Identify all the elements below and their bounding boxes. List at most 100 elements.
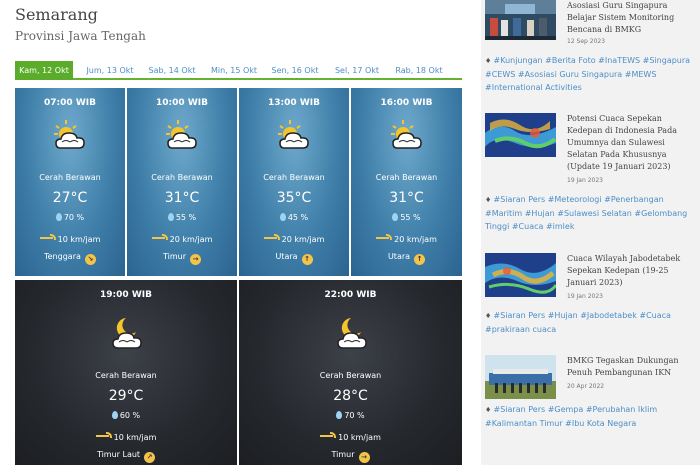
wind-direction-label: Timur bbox=[162, 252, 186, 261]
forecast-time: 16:00 WIB bbox=[380, 98, 433, 108]
tab-date[interactable]: Kam, 12 Okt bbox=[15, 61, 73, 80]
news-thumbnail[interactable] bbox=[485, 253, 556, 297]
moon-cloud-icon bbox=[106, 314, 146, 354]
wind-speed: 20 km/jam bbox=[394, 235, 437, 244]
news-thumbnail[interactable] bbox=[485, 0, 556, 40]
wind-icon bbox=[39, 234, 56, 242]
forecast-temperature: 28°C bbox=[333, 388, 368, 404]
news-thumbnail[interactable] bbox=[485, 355, 556, 399]
forecast-wind: 10 km/jam bbox=[15, 432, 237, 442]
sun-cloud-icon bbox=[50, 116, 90, 156]
tab-date[interactable]: Min, 15 Okt bbox=[205, 61, 263, 80]
compass-icon: ↘ bbox=[84, 254, 96, 265]
humidity-value: 45 % bbox=[287, 213, 309, 222]
news-title[interactable]: Asosiasi Guru Singapura Belajar Sistem M… bbox=[567, 0, 697, 36]
wind-speed: 20 km/jam bbox=[169, 235, 213, 244]
forecast-humidity: 70 % bbox=[239, 411, 462, 420]
forecast-card: 07:00 WIB Cerah Berawan 27°C 70 % 10 km/jam T… bbox=[15, 88, 125, 276]
forecast-wind: 20 km/jam bbox=[127, 234, 237, 244]
forecast-humidity: 60 % bbox=[15, 411, 237, 420]
wind-icon bbox=[320, 432, 337, 440]
humidity-value: 60 % bbox=[119, 411, 141, 420]
humidity-drop-icon bbox=[279, 213, 286, 221]
news-title[interactable]: Potensi Cuaca Sepekan Kedepan di Indones… bbox=[567, 113, 697, 173]
news-tag-list[interactable]: #Kunjungan #Berita Foto #InaTEWS #Singap… bbox=[485, 56, 690, 92]
compass-icon: ↑ bbox=[414, 254, 426, 265]
news-tags: ♦ #Siaran Pers #Gempa #Perubahan Iklim #… bbox=[485, 403, 695, 430]
forecast-time: 07:00 WIB bbox=[44, 98, 96, 108]
forecast-condition: Cerah Berawan bbox=[375, 173, 438, 182]
forecast-condition: Cerah Berawan bbox=[39, 173, 101, 182]
forecast-card: 10:00 WIB Cerah Berawan 31°C 55 % 20 km/jam T… bbox=[127, 88, 237, 276]
tab-date[interactable]: Sen, 16 Okt bbox=[266, 61, 324, 80]
humidity-drop-icon bbox=[336, 411, 343, 419]
news-date: 19 Jan 2023 bbox=[567, 177, 603, 184]
compass-icon: ↑ bbox=[301, 254, 313, 265]
humidity-value: 55 % bbox=[175, 213, 197, 222]
forecast-temperature: 35°C bbox=[276, 190, 312, 206]
wind-direction-label: Tenggara bbox=[44, 252, 81, 261]
forecast-humidity: 70 % bbox=[15, 213, 125, 222]
forecast-card: 13:00 WIB Cerah Berawan 35°C 45 % 20 km/jam U… bbox=[239, 88, 349, 276]
humidity-value: 70 % bbox=[63, 213, 85, 222]
forecast-wind-direction: Tenggara ↘ bbox=[15, 252, 125, 265]
news-tags: ♦ #Siaran Pers #Meteorologi #Penerbangan… bbox=[485, 193, 695, 233]
news-tag-list[interactable]: #Siaran Pers #Hujan #Jabodetabek #Cuaca … bbox=[485, 311, 671, 334]
news-date: 19 Jan 2023 bbox=[567, 293, 603, 300]
humidity-drop-icon bbox=[111, 411, 118, 419]
wind-direction-label: Timur Laut bbox=[96, 450, 141, 459]
forecast-wind: 10 km/jam bbox=[239, 432, 462, 442]
humidity-drop-icon bbox=[55, 213, 62, 221]
news-tags: ♦ #Kunjungan #Berita Foto #InaTEWS #Sing… bbox=[485, 54, 695, 94]
news-tag-list[interactable]: #Siaran Pers #Meteorologi #Penerbangan #… bbox=[485, 195, 687, 231]
wind-direction-label: Timur bbox=[331, 450, 355, 459]
news-thumbnail[interactable] bbox=[485, 113, 556, 157]
tag-icon: ♦ bbox=[485, 406, 494, 414]
forecast-panel: Semarang Provinsi Jawa Tengah Kam, 12 Ok… bbox=[15, 0, 462, 465]
tag-icon: ♦ bbox=[485, 312, 494, 320]
humidity-drop-icon bbox=[167, 213, 174, 221]
forecast-wind: 10 km/jam bbox=[15, 234, 125, 244]
forecast-condition: Cerah Berawan bbox=[151, 173, 213, 182]
tab-date[interactable]: Sab, 14 Okt bbox=[143, 61, 201, 80]
news-date: 20 Apr 2022 bbox=[567, 383, 605, 390]
forecast-humidity: 55 % bbox=[351, 213, 462, 222]
wind-speed: 10 km/jam bbox=[113, 433, 157, 442]
news-tag-list[interactable]: #Siaran Pers #Gempa #Perubahan Iklim #Ka… bbox=[485, 405, 657, 428]
news-title[interactable]: BMKG Tegaskan Dukungan Penuh Pembangunan… bbox=[567, 355, 697, 379]
wind-icon bbox=[151, 234, 168, 242]
forecast-grid: 07:00 WIB Cerah Berawan 27°C 70 % 10 km/jam T… bbox=[15, 88, 462, 465]
humidity-value: 55 % bbox=[400, 213, 421, 222]
tab-date[interactable]: Jum, 13 Okt bbox=[81, 61, 139, 80]
news-date: 12 Sep 2023 bbox=[567, 38, 606, 45]
wind-speed: 20 km/jam bbox=[281, 235, 325, 244]
compass-icon: → bbox=[358, 452, 370, 463]
tab-date[interactable]: Sel, 17 Okt bbox=[328, 61, 386, 80]
news-sidebar: Asosiasi Guru Singapura Belajar Sistem M… bbox=[481, 0, 700, 465]
forecast-time: 13:00 WIB bbox=[268, 98, 320, 108]
wind-speed: 10 km/jam bbox=[338, 433, 381, 442]
forecast-wind: 20 km/jam bbox=[351, 234, 462, 244]
forecast-humidity: 55 % bbox=[127, 213, 237, 222]
forecast-card: 16:00 WIB Cerah Berawan 31°C 55 % 20 km/jam U… bbox=[351, 88, 462, 276]
news-tags: ♦ #Siaran Pers #Hujan #Jabodetabek #Cuac… bbox=[485, 309, 695, 336]
sun-cloud-icon bbox=[162, 116, 202, 156]
tab-date[interactable]: Rab, 18 Okt bbox=[390, 61, 448, 80]
forecast-wind: 20 km/jam bbox=[239, 234, 349, 244]
news-title[interactable]: Cuaca Wilayah Jabodetabek Sepekan Kedepa… bbox=[567, 253, 697, 289]
forecast-card: 22:00 WIB Cerah Berawan 28°C 70 % 10 km/jam T… bbox=[239, 280, 462, 465]
forecast-condition: Cerah Berawan bbox=[319, 371, 382, 380]
forecast-wind-direction: Timur Laut ↗ bbox=[15, 450, 237, 463]
humidity-drop-icon bbox=[392, 213, 399, 221]
city-title: Semarang bbox=[15, 5, 98, 24]
forecast-temperature: 27°C bbox=[52, 190, 88, 206]
forecast-wind-direction: Utara ↑ bbox=[351, 252, 462, 265]
forecast-wind-direction: Timur → bbox=[127, 252, 237, 265]
forecast-card: 19:00 WIB Cerah Berawan 29°C 60 % 10 km/jam T… bbox=[15, 280, 237, 465]
forecast-temperature: 29°C bbox=[108, 388, 144, 404]
forecast-wind-direction: Utara ↑ bbox=[239, 252, 349, 265]
tag-icon: ♦ bbox=[485, 196, 494, 204]
forecast-condition: Cerah Berawan bbox=[95, 371, 157, 380]
forecast-condition: Cerah Berawan bbox=[263, 173, 325, 182]
sun-cloud-icon bbox=[387, 116, 427, 156]
